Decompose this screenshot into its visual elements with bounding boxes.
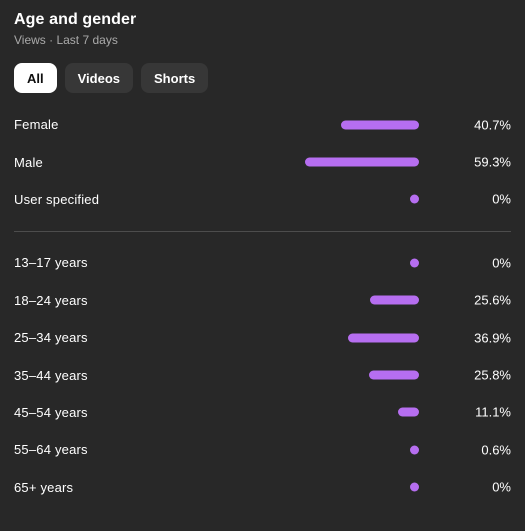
table-row[interactable]: 65+ years 0% (14, 469, 511, 506)
row-bar-track (14, 370, 459, 380)
row-bar (410, 194, 419, 204)
row-bar (305, 157, 419, 167)
row-bar-track (14, 333, 459, 343)
row-bar-track (14, 194, 459, 204)
row-value: 25.6% (474, 292, 511, 308)
row-bar (410, 258, 419, 268)
age-and-gender-card: Age and gender Views · Last 7 days All Vi… (0, 0, 525, 531)
row-bar-track (14, 407, 459, 417)
page-title: Age and gender (14, 11, 137, 28)
row-value: 0% (492, 255, 511, 271)
row-bar (369, 370, 419, 380)
row-bar-track (14, 258, 459, 268)
row-bar-track (14, 482, 459, 492)
table-row[interactable]: 13–17 years 0% (14, 244, 511, 281)
row-value: 0% (492, 191, 511, 207)
row-bar (369, 295, 419, 305)
row-bar-track (14, 120, 459, 130)
row-value: 59.3% (474, 154, 511, 170)
row-bar (410, 482, 419, 492)
row-value: 0% (492, 479, 511, 495)
row-bar-track (14, 445, 459, 455)
table-row[interactable]: 55–64 years 0.6% (14, 431, 511, 468)
section-divider (14, 230, 511, 232)
gender-breakdown-list: Female 40.7% Male 59.3% User specified 0% (14, 106, 511, 218)
content-type-filter-chips: All Videos Shorts (14, 63, 511, 93)
row-bar-track (14, 157, 459, 167)
row-bar (397, 407, 419, 417)
row-bar-track (14, 295, 459, 305)
table-row[interactable]: Female 40.7% (14, 106, 511, 143)
chip-videos[interactable]: Videos (64, 63, 134, 93)
table-row[interactable]: 35–44 years 25.8% (14, 356, 511, 393)
row-value: 36.9% (474, 330, 511, 346)
chip-shorts[interactable]: Shorts (141, 63, 209, 93)
row-bar (348, 333, 419, 343)
table-row[interactable]: 45–54 years 11.1% (14, 394, 511, 431)
row-value: 25.8% (474, 367, 511, 383)
card-subtitle: Views · Last 7 days (14, 33, 118, 47)
card-header: Age and gender Views · Last 7 days (14, 0, 511, 49)
table-row[interactable]: 18–24 years 25.6% (14, 282, 511, 319)
row-value: 40.7% (474, 117, 511, 133)
row-bar (340, 120, 419, 130)
table-row[interactable]: 25–34 years 36.9% (14, 319, 511, 356)
row-value: 11.1% (475, 404, 511, 420)
table-row[interactable]: Male 59.3% (14, 143, 511, 180)
chip-all[interactable]: All (14, 63, 57, 93)
table-row[interactable]: User specified 0% (14, 181, 511, 218)
row-value: 0.6% (481, 442, 511, 458)
age-breakdown-list: 13–17 years 0% 18–24 years 25.6% 25–34 years… (14, 244, 511, 506)
row-bar (410, 445, 419, 455)
